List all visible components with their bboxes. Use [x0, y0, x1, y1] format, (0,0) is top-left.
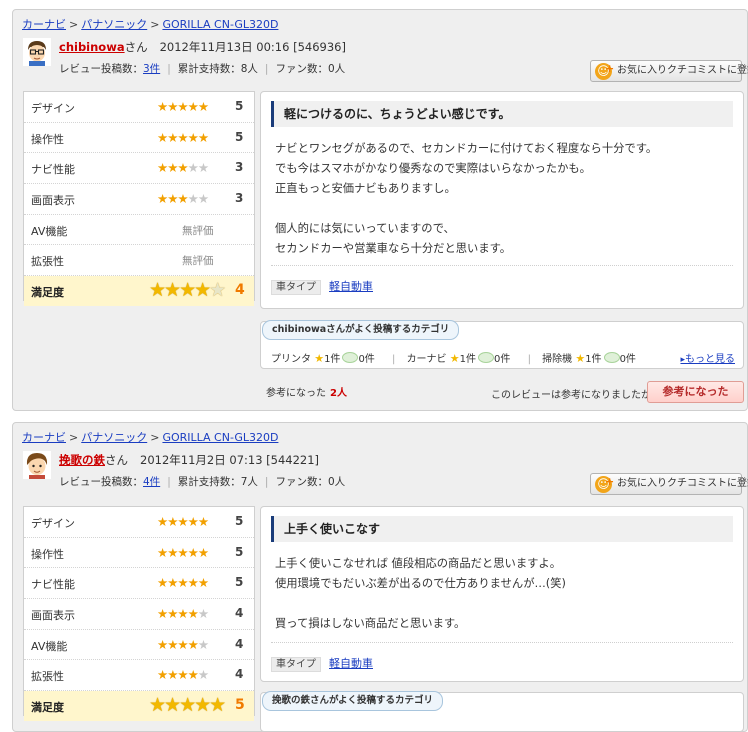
divider [271, 642, 733, 643]
bubble-icon [478, 352, 494, 363]
rating-row-av: AV機能 無評価 [24, 215, 254, 246]
star-icon: ★ [314, 352, 325, 365]
star-icons: ★★★★★ [157, 636, 209, 652]
reviewer-suffix: さん [124, 40, 148, 54]
category-item: 掃除機 ★1件 0件 [542, 352, 636, 365]
review-card: カーナビ > パナソニック > GORILLA CN-GL320D chibinowaさ… [12, 9, 748, 411]
rating-row-av: AV機能 ★★★★★ 4 [24, 630, 254, 661]
big-star-icons: ★★★★★ [149, 694, 226, 717]
car-type: 車タイプ 軽自動車 [271, 655, 373, 672]
review-count-link[interactable]: 3件 [143, 63, 160, 75]
fan-label: ファン数： [275, 63, 328, 75]
star-icons: ★★★★★ [157, 129, 209, 145]
review-body-panel: 軽につけるのに、ちょうどよい感じです。 ナビとワンセグがあるので、セカンドカーに… [260, 91, 744, 309]
ratings-table: デザイン ★★★★★ 5 操作性 ★★★★★ 5 ナビ性能 ★★★★★ 3 画面… [23, 91, 255, 306]
big-star-icons: ★★★★★ [149, 279, 226, 302]
star-icon: ★ [449, 352, 460, 365]
breadcrumb-link-maker[interactable]: パナソニック [81, 431, 147, 444]
breadcrumb: カーナビ > パナソニック > GORILLA CN-GL320D [22, 431, 279, 444]
rating-row-operability: 操作性 ★★★★★ 5 [24, 123, 254, 154]
plus-icon: + [605, 62, 615, 75]
plus-icon: + [605, 475, 615, 488]
fan-count: 0人 [327, 63, 346, 75]
star-icons: ★★★★★ [157, 99, 209, 114]
rating-row-expand: 拡張性 無評価 [24, 245, 254, 277]
star-icons: ★★★★★ [157, 514, 209, 529]
car-type: 車タイプ 軽自動車 [271, 278, 373, 295]
star-icons: ★★★★★ [157, 667, 209, 683]
category-box: 挽歌の鉄さんがよく投稿するカテゴリ [260, 691, 744, 732]
rating-row-navi: ナビ性能 ★★★★★ 3 [24, 153, 254, 185]
reviewer-name[interactable]: chibinowa [59, 40, 125, 54]
breadcrumb-link-product[interactable]: GORILLA CN-GL320D [162, 431, 278, 444]
breadcrumb-link-category[interactable]: カーナビ [22, 18, 66, 31]
helpful-count: 参考になった 2人 [266, 388, 347, 399]
car-type-link[interactable]: 軽自動車 [329, 657, 373, 670]
category-label: chibinowaさんがよく投稿するカテゴリ [262, 320, 460, 340]
breadcrumb-link-product[interactable]: GORILLA CN-GL320D [162, 18, 278, 31]
avatar[interactable] [23, 38, 51, 66]
star-icons: ★★★★★ [157, 191, 209, 207]
rating-row-design: デザイン ★★★★★ 5 [24, 92, 254, 123]
review-card: カーナビ > パナソニック > GORILLA CN-GL320D 挽歌の鉄さん 2012… [12, 422, 748, 732]
support-count: 8人 [240, 63, 258, 75]
review-count-link[interactable]: 4件 [143, 476, 160, 488]
star-icons: ★★★★★ [157, 606, 209, 622]
reviewer-line: 挽歌の鉄さん 2012年11月2日 07:13 [544221] [59, 452, 319, 468]
rating-row-operability: 操作性 ★★★★★ 5 [24, 538, 254, 569]
star-icons: ★★★★★ [157, 544, 209, 560]
review-title: 上手く使いこなす [271, 516, 733, 542]
ratings-table: デザイン ★★★★★ 5 操作性 ★★★★★ 5 ナビ性能 ★★★★★ 5 画面… [23, 506, 255, 721]
support-count: 7人 [240, 476, 258, 488]
review-id: [544221] [266, 453, 320, 467]
fan-count: 0人 [327, 476, 346, 488]
reviewer-suffix: さん [105, 453, 128, 467]
rating-row-expand: 拡張性 ★★★★★ 4 [24, 660, 254, 692]
breadcrumb: カーナビ > パナソニック > GORILLA CN-GL320D [22, 18, 279, 31]
divider [271, 265, 733, 266]
review-id: [546936] [293, 40, 346, 54]
fan-label: ファン数： [275, 476, 328, 488]
breadcrumb-link-maker[interactable]: パナソニック [81, 18, 147, 31]
more-link[interactable]: もっと見る [680, 350, 735, 365]
reviewer-stats: レビュー投稿数：4件 | 累計支持数：7人 | ファン数：0人 [59, 476, 346, 488]
reviewer-name[interactable]: 挽歌の鉄 [59, 453, 105, 467]
star-icon: ★ [575, 352, 586, 365]
review-date: 2012年11月2日 07:13 [140, 453, 263, 467]
review-count-label: レビュー投稿数： [59, 63, 143, 75]
review-count-label: レビュー投稿数： [59, 476, 143, 488]
category-list: プリンタ ★1件 0件 | カーナビ ★1件 0件 | 掃除機 ★1件 0件 [271, 352, 636, 365]
reviewer-stats: レビュー投稿数：3件 | 累計支持数：8人 | ファン数：0人 [59, 63, 346, 75]
star-icons: ★★★★★ [157, 575, 209, 591]
car-type-link[interactable]: 軽自動車 [329, 280, 373, 293]
avatar[interactable] [23, 451, 51, 479]
review-text: 上手く使いこなせれば 値段相応の商品だと思いますよ。 使用環境でもだいぶ差が出る… [275, 557, 566, 630]
bubble-icon [342, 352, 359, 363]
category-item: カーナビ ★1件 0件 [406, 352, 511, 365]
helpful-question: このレビューは参考になりましたか？ [491, 390, 661, 401]
review-text: ナビとワンセグがあるので、セカンドカーに付けておく程度なら十分です。 でも今はス… [275, 142, 658, 255]
category-box: chibinowaさんがよく投稿するカテゴリ プリンタ ★1件 0件 | カーナビ… [260, 320, 744, 369]
add-favorite-button[interactable]: ☺ + お気に入りクチコミストに登録 [590, 60, 748, 82]
category-item: プリンタ ★1件 0件 [271, 352, 375, 365]
add-favorite-button[interactable]: ☺ + お気に入りクチコミストに登録 [590, 473, 748, 495]
rating-row-navi: ナビ性能 ★★★★★ 5 [24, 568, 254, 600]
review-date: 2012年11月13日 00:16 [159, 40, 290, 54]
review-title: 軽につけるのに、ちょうどよい感じです。 [271, 101, 733, 127]
support-label: 累計支持数： [177, 63, 241, 75]
rating-row-screen: 画面表示 ★★★★★ 4 [24, 599, 254, 630]
star-icons: ★★★★★ [157, 160, 209, 176]
support-label: 累計支持数： [177, 476, 241, 488]
category-label: 挽歌の鉄さんがよく投稿するカテゴリ [262, 691, 444, 711]
rating-row-design: デザイン ★★★★★ 5 [24, 507, 254, 538]
helpful-button[interactable]: 参考になった [647, 381, 744, 403]
breadcrumb-link-category[interactable]: カーナビ [22, 431, 66, 444]
reviewer-line: chibinowaさん 2012年11月13日 00:16 [546936] [59, 39, 346, 55]
review-body-panel: 上手く使いこなす 上手く使いこなせれば 値段相応の商品だと思いますよ。 使用環境… [260, 506, 744, 682]
rating-row-screen: 画面表示 ★★★★★ 3 [24, 184, 254, 215]
rating-row-satisfaction: 満足度 ★★★★★ 4 [24, 276, 254, 306]
rating-row-satisfaction: 満足度 ★★★★★ 5 [24, 691, 254, 721]
bubble-icon [603, 352, 620, 363]
